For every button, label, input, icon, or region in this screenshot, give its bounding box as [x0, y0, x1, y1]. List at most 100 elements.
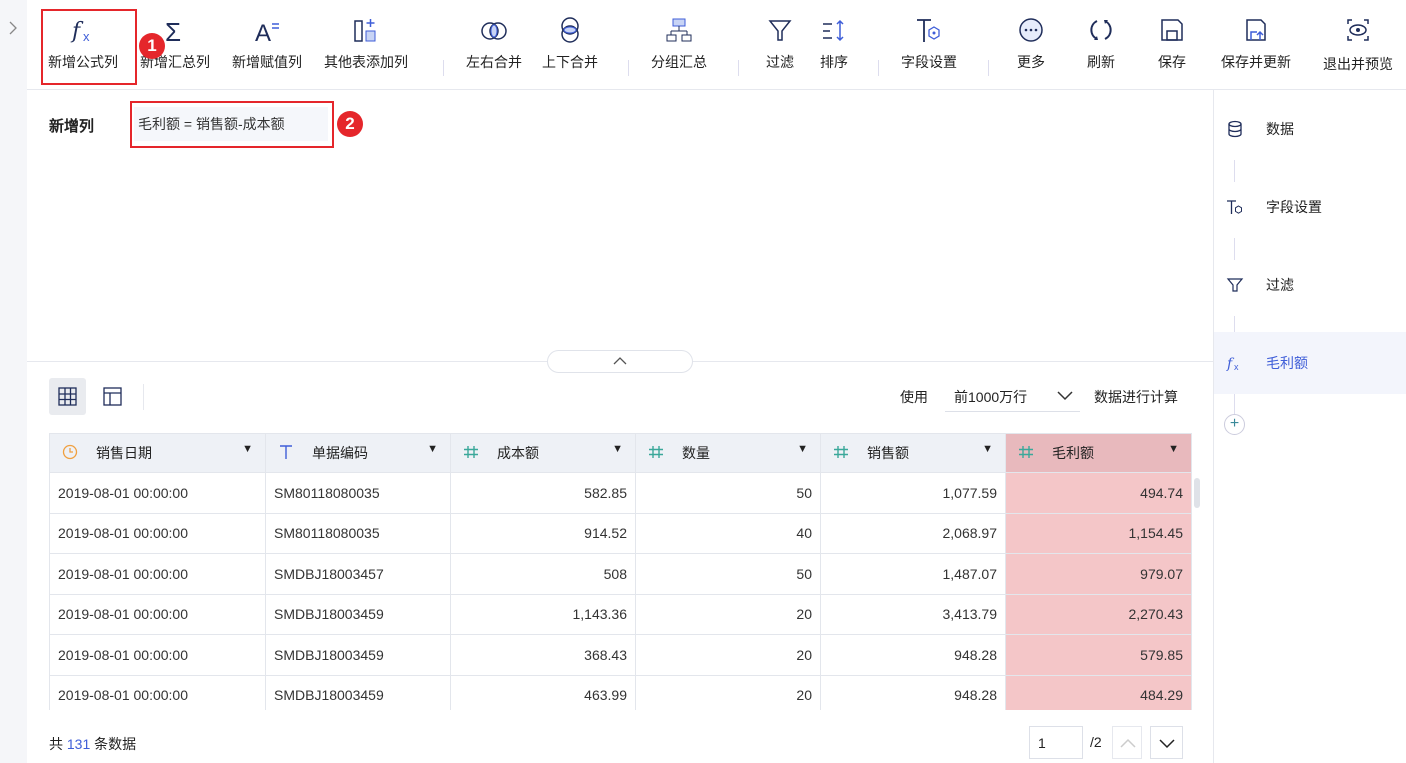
table-row: 2019-08-01 00:00:00 SMDBJ18003459 1,143.36… [49, 593, 1192, 635]
chevron-up-icon [1120, 738, 1136, 748]
filter-button[interactable]: 过滤 [765, 14, 795, 72]
column-dropdown-icon[interactable]: ▼ [612, 443, 623, 455]
number-type-icon [834, 446, 848, 459]
number-type-icon [649, 446, 663, 459]
merge-vertical-button[interactable]: 上下合并 [542, 14, 598, 72]
add-column-from-other-table-button[interactable]: 其他表添加列 [324, 14, 408, 72]
save-button[interactable]: 保存 [1157, 14, 1187, 72]
save-and-update-button[interactable]: 保存并更新 [1221, 14, 1291, 72]
table-cell: 40 [635, 512, 821, 554]
step-data[interactable]: 数据 [1214, 98, 1406, 160]
column-name: 销售额 [867, 444, 909, 461]
field-settings-icon [1227, 200, 1242, 214]
table-cell: 2019-08-01 00:00:00 [49, 634, 266, 676]
record-count: 共 131 条数据 [49, 736, 137, 752]
chevron-up-icon [613, 357, 627, 365]
grid-icon [58, 387, 77, 406]
page-input[interactable]: 1 [1029, 726, 1083, 759]
formula-label: 新增列 [49, 118, 95, 135]
table-cell: 2,068.97 [820, 512, 1006, 554]
left-collapse-strip[interactable] [0, 0, 27, 763]
database-icon [1228, 120, 1242, 138]
separator [628, 60, 629, 76]
sort-icon [823, 19, 844, 42]
text-type-icon [280, 445, 292, 460]
chevron-right-icon[interactable] [8, 20, 18, 36]
table-row: 2019-08-01 00:00:00 SMDBJ18003459 463.99 20… [49, 674, 1192, 710]
chevron-down-icon [1159, 739, 1175, 749]
annotation-box-1 [41, 9, 137, 85]
column-header[interactable]: 单据编码 ▼ [265, 433, 451, 473]
column-header[interactable]: 成本额 ▼ [450, 433, 636, 473]
merge-horizontal-button[interactable]: 左右合并 [466, 14, 522, 72]
next-page-button[interactable] [1150, 726, 1183, 759]
svg-text:Σ: Σ [165, 17, 181, 46]
table-cell: 2019-08-01 00:00:00 [49, 512, 266, 554]
step-field-settings[interactable]: 字段设置 [1214, 176, 1406, 238]
column-header[interactable]: 毛利额 ▼ [1005, 433, 1192, 473]
table-cell: 484.29 [1005, 674, 1192, 710]
table-row: 2019-08-01 00:00:00 SM80118080035 914.52 40… [49, 512, 1192, 554]
table-cell: 20 [635, 634, 821, 676]
connector [1234, 394, 1235, 414]
assign-icon: A [255, 20, 279, 46]
step-filter[interactable]: 过滤 [1214, 254, 1406, 316]
table-cell: 979.07 [1005, 553, 1192, 595]
table-cell: 2019-08-01 00:00:00 [49, 674, 266, 710]
refresh-button[interactable]: 刷新 [1086, 14, 1116, 72]
refresh-icon [1090, 20, 1112, 40]
row-limit-select[interactable]: 前1000万行 [945, 378, 1080, 412]
separator [738, 60, 739, 76]
column-dropdown-icon[interactable]: ▼ [242, 443, 253, 455]
grid-view-button[interactable] [49, 378, 86, 415]
table-row: 2019-08-01 00:00:00 SMDBJ18003457 508 50 1,4… [49, 553, 1192, 595]
column-dropdown-icon[interactable]: ▼ [1168, 443, 1179, 455]
table-cell: 368.43 [450, 634, 636, 676]
column-dropdown-icon[interactable]: ▼ [982, 443, 993, 455]
compute-label: 数据进行计算 [1094, 389, 1178, 405]
exit-and-preview-button[interactable]: 退出并预览 [1323, 14, 1393, 72]
column-dropdown-icon[interactable]: ▼ [427, 443, 438, 455]
table-cell: 579.85 [1005, 634, 1192, 676]
layout-view-button[interactable] [94, 378, 131, 415]
table-cell: SMDBJ18003459 [265, 593, 451, 635]
add-column-icon [354, 19, 376, 42]
table-cell: 2019-08-01 00:00:00 [49, 472, 266, 514]
prev-page-button[interactable] [1112, 726, 1142, 759]
merge-vertical-icon [561, 17, 579, 43]
column-dropdown-icon[interactable]: ▼ [797, 443, 808, 455]
table-scrollbar[interactable] [1194, 478, 1200, 508]
column-name: 成本额 [497, 444, 539, 461]
table-cell: 50 [635, 553, 821, 595]
add-assign-column-button[interactable]: A 新增赋值列 [232, 14, 302, 72]
table-cell: 1,154.45 [1005, 512, 1192, 554]
save-update-icon [1246, 19, 1266, 41]
table-cell: 582.85 [450, 472, 636, 514]
collapse-panel-button[interactable] [547, 350, 693, 373]
table-cell: 3,413.79 [820, 593, 1006, 635]
table-cell: 2,270.43 [1005, 593, 1192, 635]
column-header[interactable]: 数量 ▼ [635, 433, 821, 473]
annotation-badge-1: 1 [139, 33, 165, 59]
step-gross-profit[interactable]: fx 毛利额 [1214, 332, 1406, 394]
column-header[interactable]: 销售额 ▼ [820, 433, 1006, 473]
clock-icon [62, 445, 78, 460]
more-button[interactable]: 更多 [1016, 14, 1046, 72]
table-cell: 2019-08-01 00:00:00 [49, 593, 266, 635]
fx-icon: fx [1226, 356, 1239, 372]
group-summary-button[interactable]: 分组汇总 [651, 14, 707, 72]
table-cell: 20 [635, 593, 821, 635]
use-label: 使用 [900, 389, 928, 405]
add-step-button[interactable]: + [1224, 414, 1245, 435]
steps-panel: 数据 字段设置 过滤 fx 毛利额 + [1213, 90, 1406, 763]
field-settings-button[interactable]: 字段设置 [901, 14, 957, 72]
svg-text:A: A [255, 20, 271, 46]
column-name: 销售日期 [96, 444, 152, 461]
total-pages: /2 [1090, 734, 1102, 750]
column-header[interactable]: 销售日期 ▼ [49, 433, 266, 473]
table-row: 2019-08-01 00:00:00 SMDBJ18003459 368.43 20… [49, 634, 1192, 676]
table-row: 2019-08-01 00:00:00 SM80118080035 582.85 50… [49, 472, 1192, 514]
preview-icon [1347, 19, 1369, 41]
sort-button[interactable]: 排序 [819, 14, 849, 72]
table-cell: SMDBJ18003459 [265, 634, 451, 676]
